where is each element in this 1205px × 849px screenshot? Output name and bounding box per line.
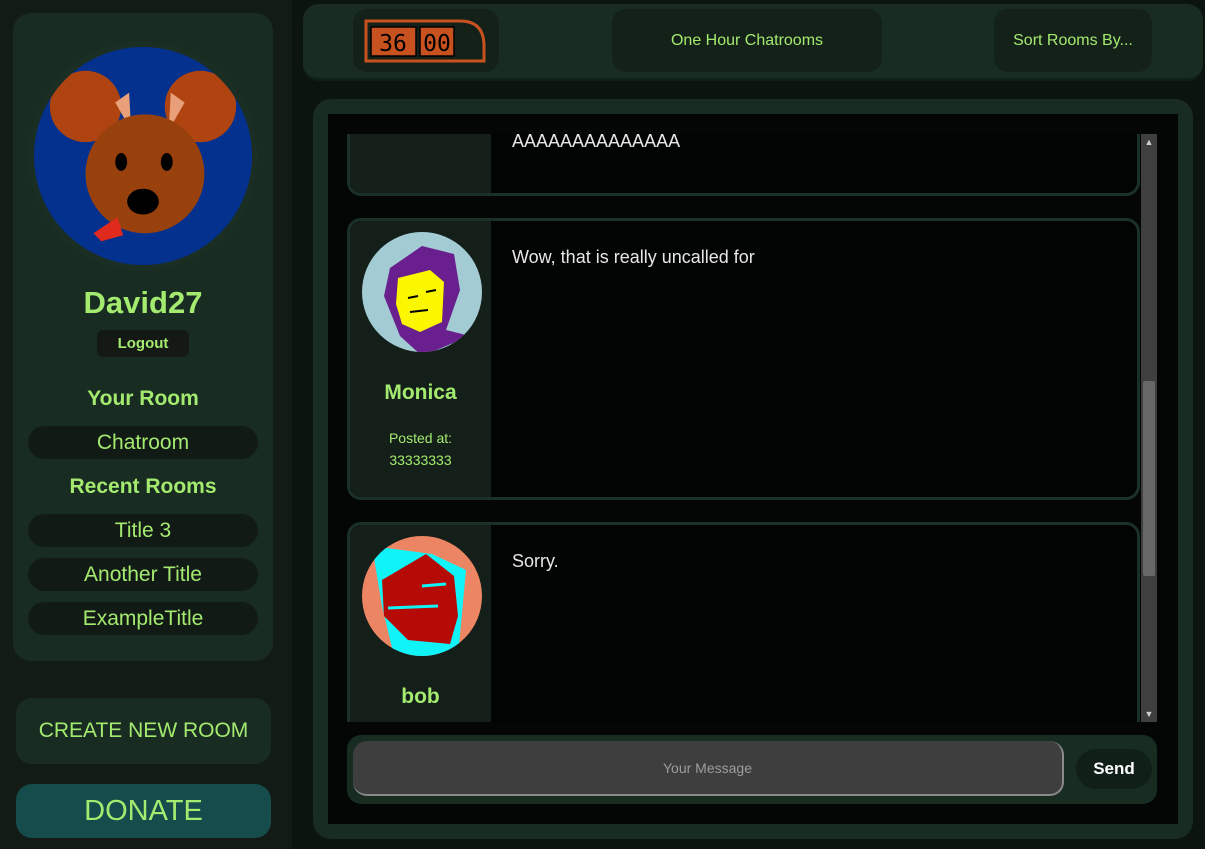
scroll-down-icon[interactable]: ▼ <box>1141 706 1157 722</box>
message-item: bob Sorry. <box>347 522 1140 722</box>
your-room-heading: Your Room <box>87 387 199 410</box>
message-list[interactable]: AAAAAAAAAAAAAAAAAAAAAAAAAAA AAAAAAAAAAAA… <box>347 134 1141 722</box>
recent-room-item[interactable]: Title 3 <box>28 514 258 547</box>
message-text: Sorry. <box>512 551 559 571</box>
recent-room-item[interactable]: Another Title <box>28 558 258 591</box>
timer-minutes: 36 <box>379 31 407 57</box>
message-author-panel: bob <box>350 525 491 722</box>
top-bar: 36 00 One Hour Chatrooms Sort Rooms By..… <box>303 4 1203 81</box>
message-text: AAAAAAAAAAAAAAAAAAAAAAAAAAA AAAAAAAAAAAA… <box>512 134 681 151</box>
posted-at-label: Posted at: <box>388 430 453 446</box>
user-avatar[interactable] <box>28 41 258 271</box>
chat-panel: AAAAAAAAAAAAAAAAAAAAAAAAAAA AAAAAAAAAAAA… <box>313 99 1193 839</box>
sort-rooms-button[interactable]: Sort Rooms By... <box>994 9 1152 72</box>
author-name: Monica <box>384 381 457 404</box>
recent-rooms-heading: Recent Rooms <box>69 475 217 498</box>
red-cyan-face-icon <box>362 536 482 656</box>
recent-room-item[interactable]: ExampleTitle <box>28 602 258 635</box>
author-avatar[interactable] <box>362 536 482 656</box>
chat-window: AAAAAAAAAAAAAAAAAAAAAAAAAAA AAAAAAAAAAAA… <box>328 114 1178 824</box>
countdown-timer: 36 00 <box>353 9 499 72</box>
timer-display-icon: 36 00 <box>364 19 486 62</box>
message-text: Wow, that is really uncalled for <box>512 247 755 267</box>
message-scrollbar[interactable]: ▲ ▼ <box>1141 134 1157 722</box>
create-room-button[interactable]: CREATE NEW ROOM <box>16 698 271 764</box>
author-name: bob <box>401 685 440 708</box>
posted-at-time: 33333333 <box>389 452 452 468</box>
message-input[interactable] <box>353 741 1064 796</box>
author-avatar[interactable] <box>362 232 482 352</box>
message-item: Monica Posted at: 33333333 Wow, that is … <box>347 218 1140 500</box>
profile-card: David27 Logout Your Room Chatroom Recent… <box>13 13 273 661</box>
your-room-button[interactable]: Chatroom <box>28 426 258 459</box>
timer-seconds: 00 <box>423 31 451 57</box>
logout-button[interactable]: Logout <box>97 330 189 357</box>
scroll-up-icon[interactable]: ▲ <box>1141 134 1157 150</box>
username: David27 <box>83 285 203 320</box>
donate-button[interactable]: DONATE <box>16 784 271 838</box>
dog-face-icon <box>49 70 237 242</box>
message-composer: Send <box>347 735 1157 804</box>
scrollbar-thumb[interactable] <box>1143 381 1155 576</box>
purple-hair-face-icon <box>362 232 482 352</box>
message-author-panel: Monica Posted at: 33333333 <box>350 221 491 497</box>
send-button[interactable]: Send <box>1076 749 1152 789</box>
app-title: One Hour Chatrooms <box>612 9 882 72</box>
message-item: AAAAAAAAAAAAAAAAAAAAAAAAAAA AAAAAAAAAAAA… <box>347 134 1140 196</box>
message-author-panel <box>350 134 491 193</box>
sidebar: David27 Logout Your Room Chatroom Recent… <box>0 0 292 849</box>
